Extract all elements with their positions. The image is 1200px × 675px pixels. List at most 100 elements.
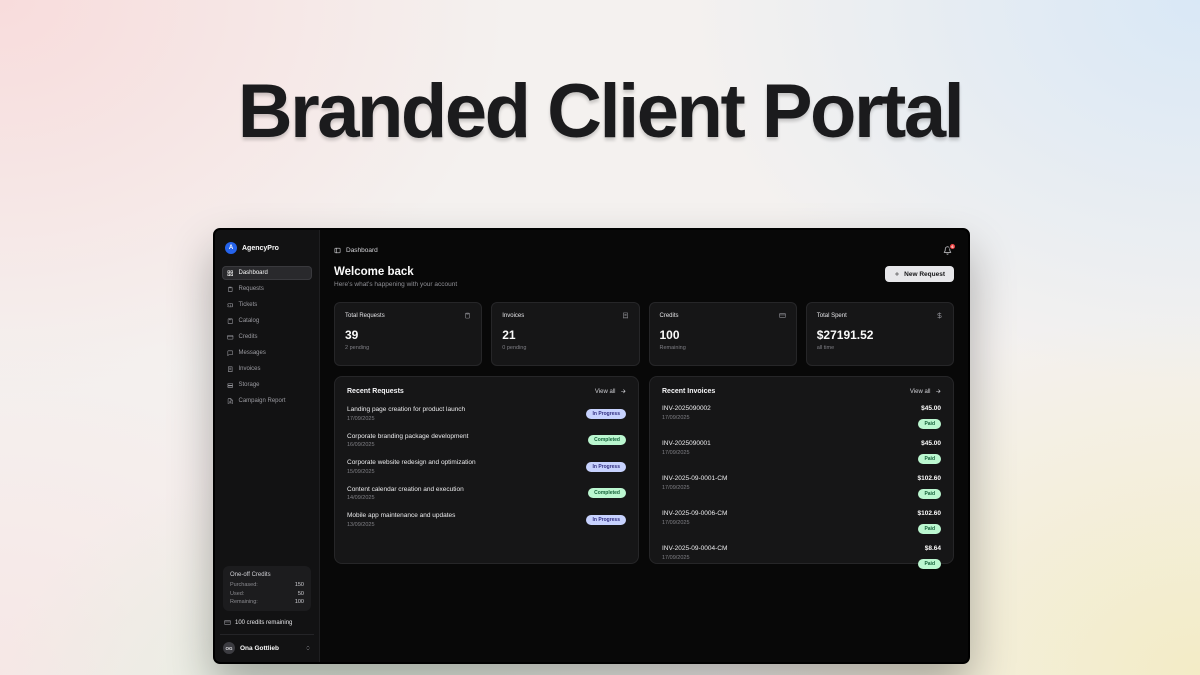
page-header: Welcome back Here's what's happening wit… bbox=[334, 266, 954, 288]
stat-label: Credits bbox=[660, 313, 679, 319]
user-menu[interactable]: OG Ona Gottlieb bbox=[220, 634, 314, 654]
credits-row-purchased: Purchased: 150 bbox=[230, 582, 304, 588]
recent-invoices-panel: Recent Invoices View all INV-2025090002 … bbox=[649, 376, 954, 564]
stat-sub: 2 pending bbox=[345, 345, 471, 351]
view-all-requests-link[interactable]: View all bbox=[595, 388, 626, 395]
sidebar-item-messages[interactable]: Messages bbox=[222, 346, 312, 360]
receipt-icon bbox=[227, 366, 234, 373]
request-date: 14/09/2025 bbox=[347, 495, 464, 501]
panel-title: Recent Requests bbox=[347, 388, 404, 395]
stats-row: Total Requests 39 2 pending Invoices 21 … bbox=[334, 302, 954, 366]
stat-value: 39 bbox=[345, 328, 471, 342]
storage-icon bbox=[227, 382, 234, 389]
catalog-icon bbox=[227, 318, 234, 325]
invoice-id: INV-2025-09-0004-CM bbox=[662, 545, 727, 552]
stat-label: Invoices bbox=[502, 313, 524, 319]
invoice-amount: $102.60 bbox=[918, 510, 942, 517]
invoice-amount: $102.60 bbox=[918, 475, 942, 482]
request-title: Mobile app maintenance and updates bbox=[347, 512, 455, 519]
credits-row-value: 100 bbox=[295, 599, 304, 605]
invoice-date: 17/09/2025 bbox=[662, 450, 711, 456]
invoice-id: INV-2025-09-0006-CM bbox=[662, 510, 727, 517]
request-row[interactable]: Corporate website redesign and optimizat… bbox=[347, 459, 626, 475]
notification-badge: 6 bbox=[949, 243, 956, 250]
sidebar-item-label: Tickets bbox=[239, 302, 258, 308]
invoice-row[interactable]: INV-2025090001 17/09/2025 $45.00 Paid bbox=[662, 440, 941, 465]
sidebar-item-invoices[interactable]: Invoices bbox=[222, 362, 312, 376]
plus-icon bbox=[894, 271, 900, 277]
stat-label: Total Spent bbox=[817, 313, 847, 319]
invoice-id: INV-2025-09-0001-CM bbox=[662, 475, 727, 482]
breadcrumb[interactable]: Dashboard bbox=[334, 247, 378, 254]
status-badge: Paid bbox=[918, 524, 941, 534]
welcome-subtitle: Here's what's happening with your accoun… bbox=[334, 281, 457, 288]
view-all-invoices-link[interactable]: View all bbox=[910, 388, 941, 395]
stat-card-credits: Credits 100 Remaining bbox=[649, 302, 797, 366]
avatar: OG bbox=[223, 642, 235, 654]
credit-card-icon bbox=[224, 619, 231, 626]
invoice-row[interactable]: INV-2025-09-0006-CM 17/09/2025 $102.60 P… bbox=[662, 510, 941, 535]
credits-remaining-label: 100 credits remaining bbox=[235, 620, 292, 626]
stat-card-total-spent: Total Spent $27191.52 all time bbox=[806, 302, 954, 366]
request-date: 15/09/2025 bbox=[347, 469, 476, 475]
notifications-button[interactable]: 6 bbox=[943, 246, 952, 255]
invoice-row[interactable]: INV-2025-09-0004-CM 17/09/2025 $8.64 Pai… bbox=[662, 545, 941, 570]
invoice-date: 17/09/2025 bbox=[662, 555, 727, 561]
new-request-button[interactable]: New Request bbox=[885, 266, 954, 282]
main-content: Dashboard 6 Welcome back Here's what's h… bbox=[320, 230, 968, 662]
chat-icon bbox=[227, 350, 234, 357]
request-row[interactable]: Corporate branding package development 1… bbox=[347, 433, 626, 449]
credits-row-label: Purchased: bbox=[230, 582, 258, 588]
sidebar-item-label: Messages bbox=[239, 350, 266, 356]
stat-sub: Remaining bbox=[660, 345, 786, 351]
sidebar-item-credits[interactable]: Credits bbox=[222, 330, 312, 344]
request-date: 16/09/2025 bbox=[347, 442, 468, 448]
status-badge: In Progress bbox=[586, 409, 626, 419]
sidebar-item-label: Dashboard bbox=[239, 270, 268, 276]
credits-remaining-indicator: 100 credits remaining bbox=[222, 619, 312, 626]
sidebar-item-label: Invoices bbox=[239, 366, 261, 372]
one-off-credits-card: One-off Credits Purchased: 150 Used: 50 … bbox=[223, 566, 311, 611]
invoice-amount: $8.64 bbox=[918, 545, 941, 552]
invoice-row[interactable]: INV-2025090002 17/09/2025 $45.00 Paid bbox=[662, 405, 941, 430]
request-row[interactable]: Content calendar creation and execution … bbox=[347, 486, 626, 502]
sidebar-item-requests[interactable]: Requests bbox=[222, 282, 312, 296]
panel-title: Recent Invoices bbox=[662, 388, 715, 395]
sidebar-item-catalog[interactable]: Catalog bbox=[222, 314, 312, 328]
panels-row: Recent Requests View all Landing page cr… bbox=[334, 376, 954, 564]
new-request-label: New Request bbox=[904, 271, 945, 278]
request-row[interactable]: Landing page creation for product launch… bbox=[347, 406, 626, 422]
welcome-title: Welcome back bbox=[334, 266, 457, 278]
invoice-date: 17/09/2025 bbox=[662, 485, 727, 491]
credit-card-icon bbox=[779, 312, 786, 319]
request-date: 17/09/2025 bbox=[347, 416, 465, 422]
request-title: Corporate website redesign and optimizat… bbox=[347, 459, 476, 466]
credits-row-label: Remaining: bbox=[230, 599, 258, 605]
breadcrumb-label: Dashboard bbox=[346, 247, 378, 254]
request-title: Content calendar creation and execution bbox=[347, 486, 464, 493]
status-badge: Paid bbox=[918, 419, 941, 429]
client-portal-window: A AgencyPro Dashboard Requests Tickets C… bbox=[213, 228, 970, 664]
invoice-amount: $45.00 bbox=[918, 405, 941, 412]
invoice-row[interactable]: INV-2025-09-0001-CM 17/09/2025 $102.60 P… bbox=[662, 475, 941, 500]
sidebar-item-tickets[interactable]: Tickets bbox=[222, 298, 312, 312]
status-badge: Completed bbox=[588, 435, 626, 445]
arrow-right-icon bbox=[935, 388, 942, 395]
request-row[interactable]: Mobile app maintenance and updates 13/09… bbox=[347, 512, 626, 528]
stat-card-total-requests: Total Requests 39 2 pending bbox=[334, 302, 482, 366]
clipboard-icon bbox=[464, 312, 471, 319]
brand-name: AgencyPro bbox=[242, 245, 279, 252]
user-name: Ona Gottlieb bbox=[240, 645, 300, 652]
status-badge: Paid bbox=[918, 454, 941, 464]
report-icon bbox=[227, 398, 234, 405]
credits-row-label: Used: bbox=[230, 591, 244, 597]
sidebar: A AgencyPro Dashboard Requests Tickets C… bbox=[215, 230, 320, 662]
credits-row-value: 50 bbox=[298, 591, 304, 597]
stat-card-invoices: Invoices 21 0 pending bbox=[491, 302, 639, 366]
stat-value: 21 bbox=[502, 328, 628, 342]
stat-label: Total Requests bbox=[345, 313, 385, 319]
sidebar-item-dashboard[interactable]: Dashboard bbox=[222, 266, 312, 280]
receipt-icon bbox=[622, 312, 629, 319]
sidebar-item-storage[interactable]: Storage bbox=[222, 378, 312, 392]
sidebar-item-campaign-report[interactable]: Campaign Report bbox=[222, 394, 312, 408]
